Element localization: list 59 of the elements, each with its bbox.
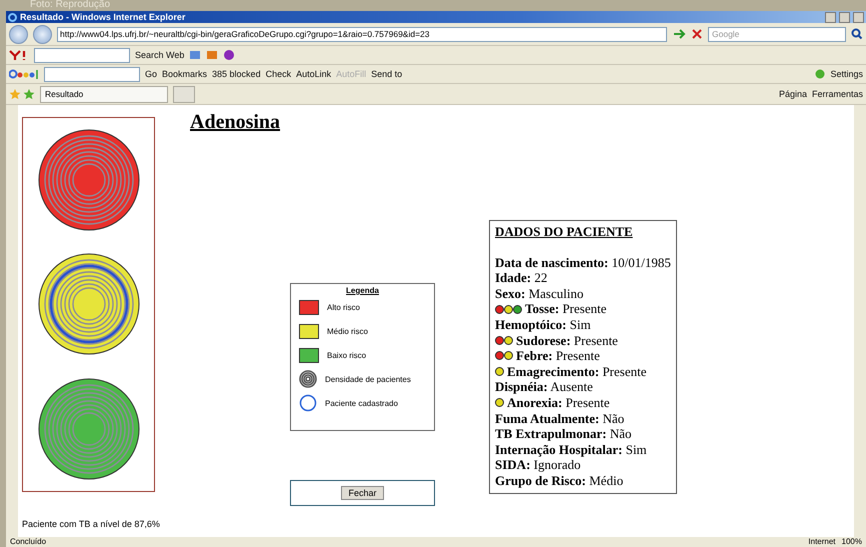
- footer-text: Paciente com TB a nível de 87,6%: [22, 519, 161, 529]
- legend-title: Legenda: [346, 286, 379, 295]
- stop-icon[interactable]: [691, 28, 703, 40]
- patient-field: Dispnéia: Ausente: [495, 379, 593, 395]
- page-title: Adenosina: [190, 111, 280, 134]
- close-button[interactable]: Fechar: [341, 486, 384, 500]
- patient-field: Sexo: Masculino: [495, 286, 584, 302]
- legend-label: Médio risco: [327, 326, 368, 336]
- address-field[interactable]: http://www04.lps.ufrj.br/~neuraltb/cgi-bin/geraGraficoDeGrupo.cgi?grupo=1&raio=0.757969&id=23: [57, 26, 667, 42]
- patient-field: Internação Hospitalar: Sim: [495, 442, 647, 458]
- legend-label: Paciente cadastrado: [325, 398, 398, 408]
- patient-field: Febre: Presente: [516, 348, 600, 364]
- toolbar-button[interactable]: 385 blocked: [212, 69, 261, 79]
- yahoo-search-field[interactable]: [34, 48, 130, 62]
- browser-icon: [8, 12, 17, 22]
- toolbar-button[interactable]: Bookmarks: [162, 69, 208, 79]
- zone-text: Internet: [808, 538, 836, 546]
- patient-field: Hemoptóico: Sim: [495, 316, 591, 333]
- toolbar-button[interactable]: Go: [145, 69, 158, 79]
- back-button[interactable]: [9, 24, 28, 44]
- patient-field: Sudorese: Presente: [516, 332, 618, 348]
- new-tab-button[interactable]: [173, 86, 195, 102]
- close-button[interactable]: [853, 12, 864, 22]
- favorites-icon[interactable]: [9, 88, 35, 100]
- patient-field: Grupo de Risco: Médio: [495, 472, 624, 488]
- toolbar-button[interactable]: Check: [266, 69, 292, 79]
- browser-tab[interactable]: Resultado: [40, 86, 168, 102]
- url-text: http://www04.lps.ufrj.br/~neuraltb/cgi-bin/geraGraficoDeGrupo.cgi?grupo=1&raio=0.757969&id=23: [60, 29, 430, 39]
- window-title: Resultado - Windows Internet Explorer: [20, 11, 186, 23]
- command-button[interactable]: Página: [778, 89, 807, 99]
- forward-button[interactable]: [33, 24, 52, 44]
- google-search-field[interactable]: [44, 66, 140, 82]
- patient-field: TB Extrapulmonar: Não: [495, 426, 632, 442]
- patient-field: Tosse: Presente: [525, 301, 606, 317]
- patient-field: Fuma Atualmente: Não: [495, 410, 624, 426]
- legend-label: Densidade de pacientes: [325, 374, 411, 384]
- zoom-text: 100%: [842, 538, 862, 546]
- google-logo-icon: [9, 68, 39, 80]
- patient-title: DADOS DO PACIENTE: [495, 224, 634, 240]
- legend-label: Baixo risco: [327, 350, 366, 360]
- search-icon[interactable]: [851, 28, 863, 40]
- settings-button[interactable]: Settings: [830, 69, 863, 79]
- command-button[interactable]: Ferramentas: [812, 89, 863, 99]
- toolbar-button[interactable]: AutoLink: [296, 69, 332, 79]
- patient-field: Data de nascimento: 10/01/1985: [495, 254, 671, 270]
- patient-field: SIDA: Ignorado: [495, 457, 581, 473]
- density-icon: [299, 370, 317, 388]
- patient-field: Idade: 22: [495, 270, 548, 286]
- patient-field: Anorexia: Presente: [507, 394, 610, 411]
- search-web-button[interactable]: Search Web: [135, 50, 184, 60]
- legend-label: Alto risco: [327, 302, 360, 312]
- status-text: Concluído: [10, 538, 46, 546]
- photo-caption: Foto: Reprodução: [30, 0, 110, 10]
- patient-field: Emagrecimento: Presente: [507, 364, 646, 380]
- toolbar-button[interactable]: Send to: [371, 69, 402, 79]
- restore-button[interactable]: [839, 12, 850, 22]
- refresh-icon[interactable]: [672, 28, 686, 40]
- status-dot-icon: [815, 69, 826, 79]
- minimize-button[interactable]: [825, 12, 836, 22]
